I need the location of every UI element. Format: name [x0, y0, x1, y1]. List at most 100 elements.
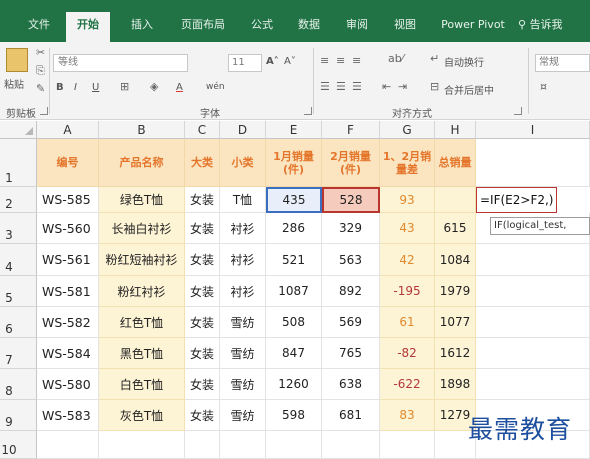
align-top-icon[interactable]: ≡ — [320, 54, 329, 67]
table-cell[interactable]: 女装 — [185, 307, 220, 338]
bold-button[interactable]: B — [56, 82, 64, 93]
align-middle-icon[interactable]: ≡ — [336, 54, 345, 67]
table-cell[interactable]: 83 — [380, 400, 435, 431]
column-title-cell[interactable]: 小类 — [220, 139, 266, 187]
tab-home[interactable]: 开始 — [66, 12, 110, 42]
table-cell[interactable]: 43 — [380, 213, 435, 244]
row-header[interactable]: 8 — [0, 369, 37, 400]
table-cell[interactable]: 681 — [322, 400, 380, 431]
table-cell[interactable]: -622 — [380, 369, 435, 400]
table-cell[interactable]: 93 — [380, 187, 435, 213]
table-cell[interactable]: WS-581 — [37, 276, 99, 307]
table-cell[interactable]: 灰色T恤 — [99, 400, 185, 431]
table-cell[interactable]: 女装 — [185, 187, 220, 213]
table-cell[interactable]: 42 — [380, 244, 435, 276]
font-name-select[interactable]: 等线 — [53, 54, 188, 72]
table-cell[interactable]: 1898 — [435, 369, 476, 400]
row-header[interactable]: 1 — [0, 139, 37, 187]
table-cell[interactable] — [476, 369, 590, 400]
column-header-h[interactable]: H — [435, 121, 476, 139]
column-title-cell[interactable]: 1、2月销量差 — [380, 139, 435, 187]
font-color-button[interactable]: A — [176, 82, 183, 93]
tab-page-layout[interactable]: 页面布局 — [172, 14, 234, 36]
tab-data[interactable]: 数据 — [290, 14, 328, 36]
table-cell[interactable]: 女装 — [185, 213, 220, 244]
column-header-c[interactable]: C — [185, 121, 220, 139]
table-cell[interactable]: 638 — [322, 369, 380, 400]
column-title-cell[interactable]: 产品名称 — [99, 139, 185, 187]
fill-color-icon[interactable]: ◈ — [150, 80, 158, 93]
table-cell[interactable] — [476, 244, 590, 276]
select-all-corner[interactable] — [0, 121, 37, 139]
tab-power-pivot[interactable]: Power Pivot — [436, 14, 510, 36]
table-cell[interactable]: 女装 — [185, 400, 220, 431]
format-painter-icon[interactable]: ✎ — [36, 82, 45, 95]
column-title-cell[interactable]: 2月销量(件) — [322, 139, 380, 187]
table-cell[interactable]: 雪纺 — [220, 307, 266, 338]
align-bottom-icon[interactable]: ≡ — [352, 54, 361, 67]
column-header-f[interactable]: F — [322, 121, 380, 139]
table-cell[interactable]: 雪纺 — [220, 338, 266, 369]
table-cell[interactable] — [476, 139, 590, 187]
table-cell[interactable]: 女装 — [185, 244, 220, 276]
cell-f2[interactable]: 528 — [322, 187, 380, 213]
table-cell[interactable]: 1084 — [435, 244, 476, 276]
italic-button[interactable]: I — [74, 82, 77, 93]
currency-icon[interactable]: ¤ — [540, 80, 547, 93]
row-header[interactable]: 9 — [0, 400, 37, 431]
column-header-d[interactable]: D — [220, 121, 266, 139]
tab-review[interactable]: 审阅 — [338, 14, 376, 36]
table-cell[interactable]: 892 — [322, 276, 380, 307]
tab-file[interactable]: 文件 — [22, 14, 56, 36]
table-cell[interactable]: 569 — [322, 307, 380, 338]
table-cell[interactable]: WS-585 — [37, 187, 99, 213]
table-cell[interactable]: 衬衫 — [220, 244, 266, 276]
row-header[interactable]: 5 — [0, 276, 37, 307]
cell-e2[interactable]: 435 — [266, 187, 322, 213]
grow-font-button[interactable]: A˄ — [266, 56, 279, 67]
table-cell[interactable]: 女装 — [185, 369, 220, 400]
table-cell[interactable]: 847 — [266, 338, 322, 369]
table-cell[interactable]: 61 — [380, 307, 435, 338]
table-cell[interactable]: 1612 — [435, 338, 476, 369]
table-cell[interactable]: -82 — [380, 338, 435, 369]
cut-icon[interactable]: ✂ — [36, 46, 45, 59]
column-header-b[interactable]: B — [99, 121, 185, 139]
column-header-i[interactable]: I — [476, 121, 590, 139]
font-launcher-icon[interactable] — [304, 107, 312, 115]
column-title-cell[interactable]: 1月销量(件) — [266, 139, 322, 187]
table-cell[interactable]: WS-583 — [37, 400, 99, 431]
table-cell[interactable]: -195 — [380, 276, 435, 307]
table-cell[interactable]: 765 — [322, 338, 380, 369]
table-cell[interactable] — [435, 187, 476, 213]
column-header-a[interactable]: A — [37, 121, 99, 139]
increase-indent-icon[interactable]: ⇥ — [398, 80, 407, 93]
column-title-cell[interactable]: 编号 — [37, 139, 99, 187]
table-cell[interactable] — [220, 431, 266, 459]
table-cell[interactable]: WS-580 — [37, 369, 99, 400]
table-cell[interactable]: 红色T恤 — [99, 307, 185, 338]
table-cell[interactable]: 粉红短袖衬衫 — [99, 244, 185, 276]
table-cell[interactable] — [37, 431, 99, 459]
table-cell[interactable]: 绿色T恤 — [99, 187, 185, 213]
table-cell[interactable] — [185, 431, 220, 459]
align-center-icon[interactable]: ☰ — [336, 80, 346, 93]
table-cell[interactable]: 衬衫 — [220, 213, 266, 244]
table-cell[interactable] — [99, 431, 185, 459]
shrink-font-button[interactable]: A˅ — [284, 56, 296, 67]
row-header[interactable]: 4 — [0, 244, 37, 276]
underline-button[interactable]: U — [92, 82, 99, 93]
align-right-icon[interactable]: ☰ — [352, 80, 362, 93]
tab-formulas[interactable]: 公式 — [244, 14, 280, 36]
table-cell[interactable]: 615 — [435, 213, 476, 244]
merge-center-button[interactable]: 合并后居中 — [444, 82, 494, 97]
paste-icon[interactable] — [6, 48, 28, 72]
copy-icon[interactable]: ⎘ — [36, 64, 45, 78]
table-cell[interactable]: 598 — [266, 400, 322, 431]
number-format-select[interactable]: 常规 — [535, 54, 590, 72]
table-cell[interactable]: T恤 — [220, 187, 266, 213]
table-cell[interactable] — [380, 431, 435, 459]
decrease-indent-icon[interactable]: ⇤ — [382, 80, 391, 93]
table-cell[interactable]: 衬衫 — [220, 276, 266, 307]
table-cell[interactable]: 长袖白衬衫 — [99, 213, 185, 244]
